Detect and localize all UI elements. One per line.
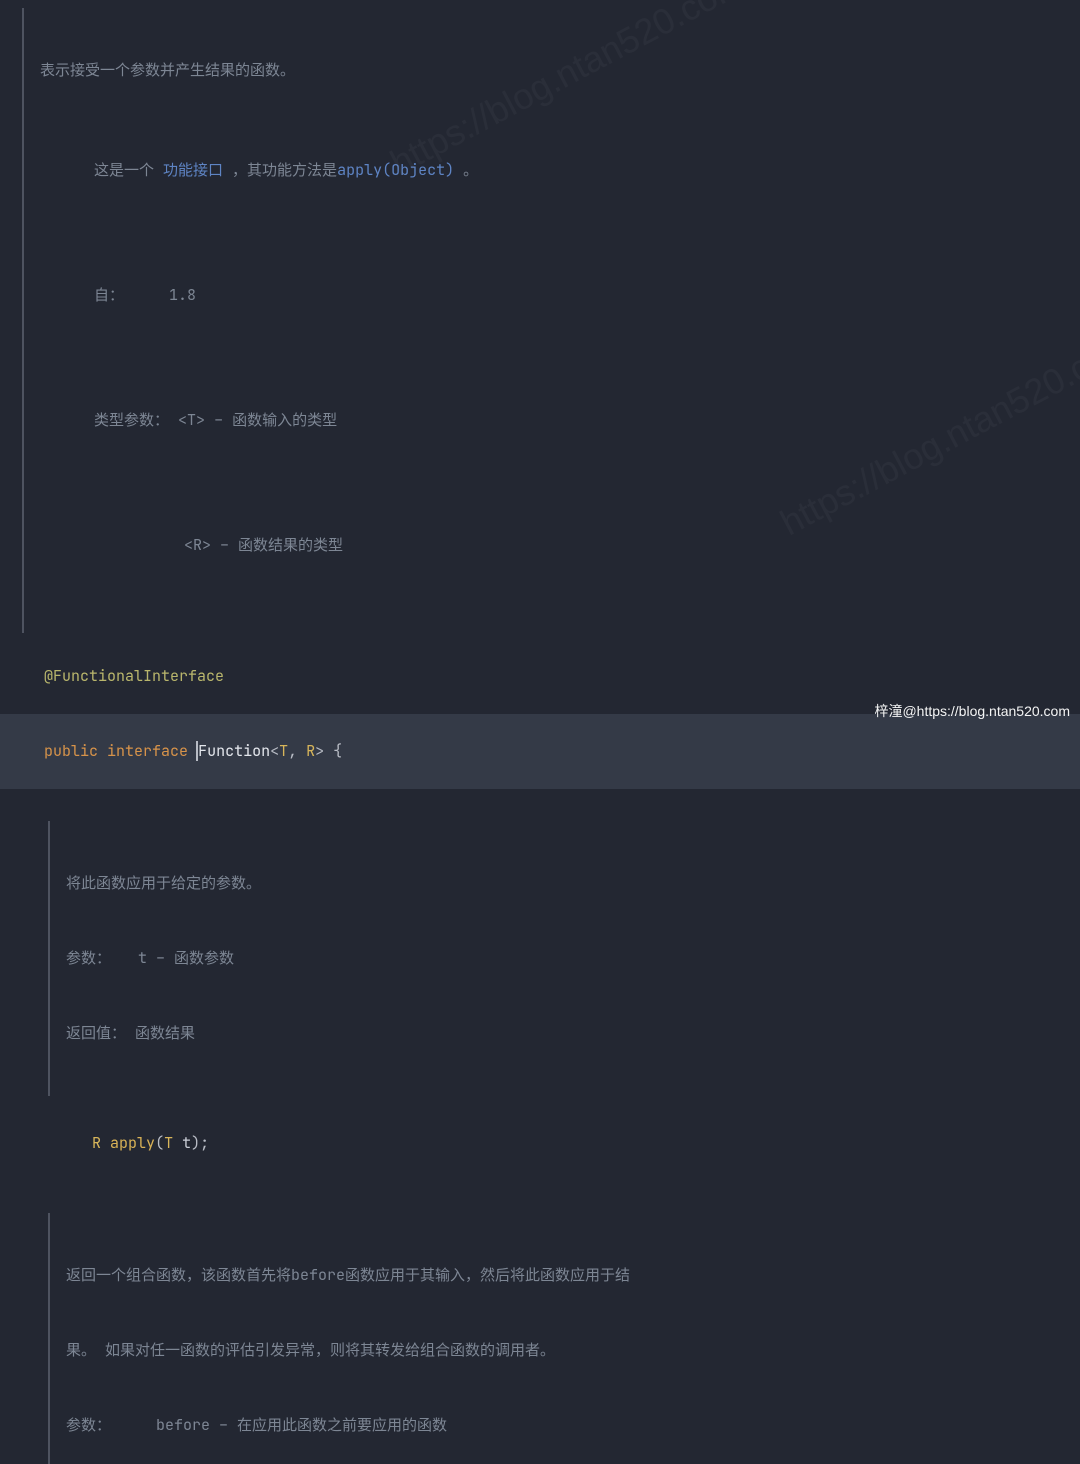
since-label: 自： [94, 285, 124, 305]
typeparam-r-desc: – 函数结果的类型 [211, 535, 343, 555]
apply-param-label: 参数： [66, 948, 111, 968]
class-doc: 表示接受一个参数并产生结果的函数。 这是一个 功能接口 ，其功能方法是apply… [22, 8, 1080, 633]
interface-name: Function [198, 741, 270, 761]
apply-return-label: 返回值： [66, 1023, 126, 1043]
functional-interface-anno: @FunctionalInterface [44, 666, 224, 686]
apply-method-name: apply [110, 1133, 155, 1153]
apply-param-desc: – 函数参数 [147, 948, 234, 968]
interface-declaration[interactable]: public interface Function<T, R> { [0, 714, 1080, 789]
functional-interface-link[interactable]: 功能接口 [163, 160, 223, 180]
typeparam-t: <T> [178, 410, 205, 430]
class-doc-line1: 表示接受一个参数并产生结果的函数。 [40, 60, 295, 80]
apply-param-name: t [138, 948, 147, 968]
code-editor[interactable]: 表示接受一个参数并产生结果的函数。 这是一个 功能接口 ，其功能方法是apply… [0, 0, 1080, 1464]
watermark: 梓潼@https://blog.ntan520.com [874, 699, 1070, 724]
class-doc-line2c: 。 [454, 160, 478, 180]
compose-param-desc: – 在应用此函数之前要应用的函数 [210, 1415, 447, 1435]
compose-param-name: before [156, 1415, 210, 1435]
apply-doc-link[interactable]: apply(Object) [337, 160, 454, 180]
apply-doc: 将此函数应用于给定的参数。 参数： t – 函数参数 返回值： 函数结果 [48, 821, 1080, 1096]
since-value: 1.8 [169, 285, 196, 305]
class-doc-line2a: 这是一个 [94, 160, 163, 180]
typeparam-r: <R> [184, 535, 211, 555]
apply-doc-line1: 将此函数应用于给定的参数。 [66, 873, 261, 893]
apply-return-desc: 函数结果 [135, 1023, 195, 1043]
apply-declaration[interactable]: R apply(T t); [48, 1106, 1080, 1181]
typeparam-label: 类型参数： [94, 410, 169, 430]
compose-param-label: 参数： [66, 1415, 111, 1435]
compose-doc: 返回一个组合函数，该函数首先将before函数应用于其输入，然后将此函数应用于结… [48, 1213, 1080, 1464]
typeparam-t-desc: – 函数输入的类型 [205, 410, 337, 430]
class-doc-line2b: ，其功能方法是 [223, 160, 337, 180]
